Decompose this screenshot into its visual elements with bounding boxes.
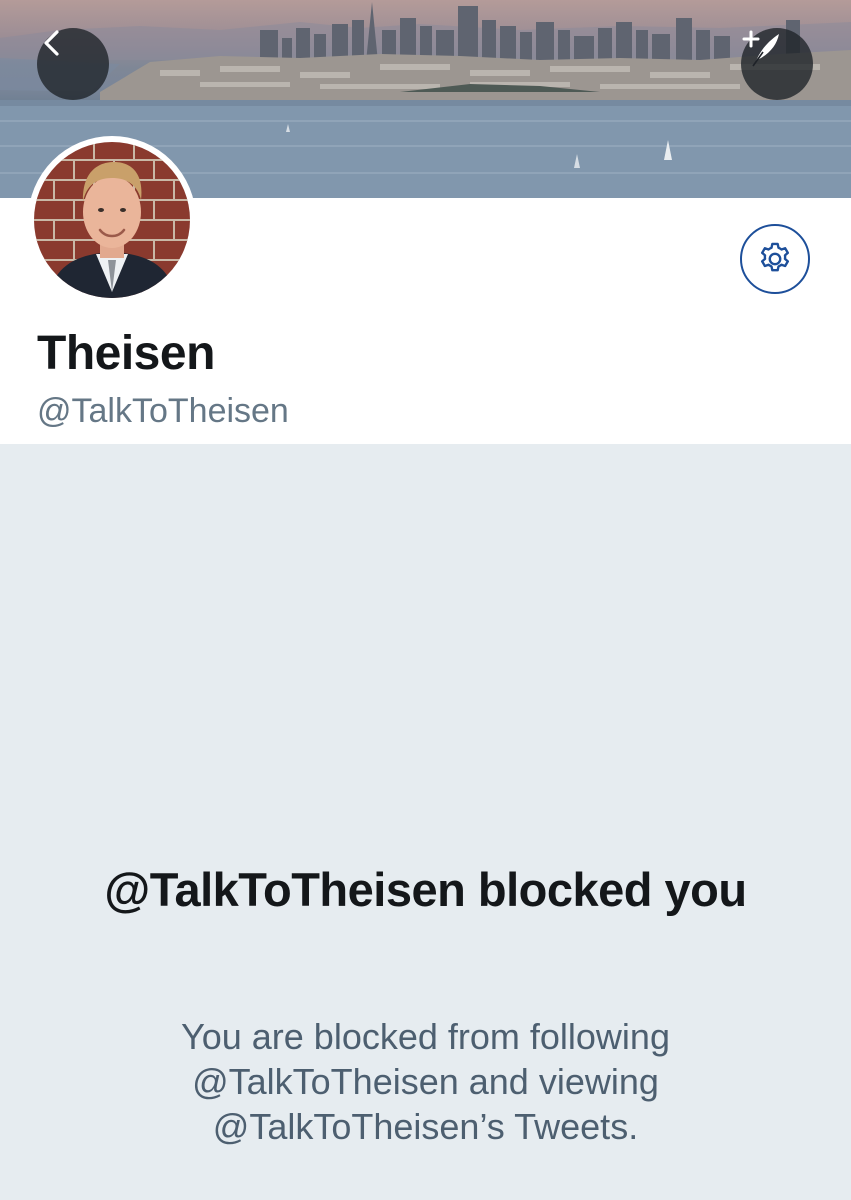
compose-tweet-icon	[742, 30, 779, 67]
gear-icon	[760, 242, 790, 272]
blocked-description: You are blocked from following @TalkToTh…	[181, 1016, 670, 1147]
profile-display-name: Theisen	[37, 327, 215, 380]
compose-tweet-button[interactable]	[741, 28, 813, 100]
avatar[interactable]	[28, 136, 196, 304]
back-button[interactable]	[37, 28, 109, 100]
settings-button[interactable]	[740, 224, 810, 294]
chevron-left-icon	[44, 30, 59, 56]
profile-handle: @TalkToTheisen	[37, 392, 289, 430]
avatar-image	[34, 142, 190, 298]
blocked-title: @TalkToTheisen blocked you	[104, 863, 747, 916]
